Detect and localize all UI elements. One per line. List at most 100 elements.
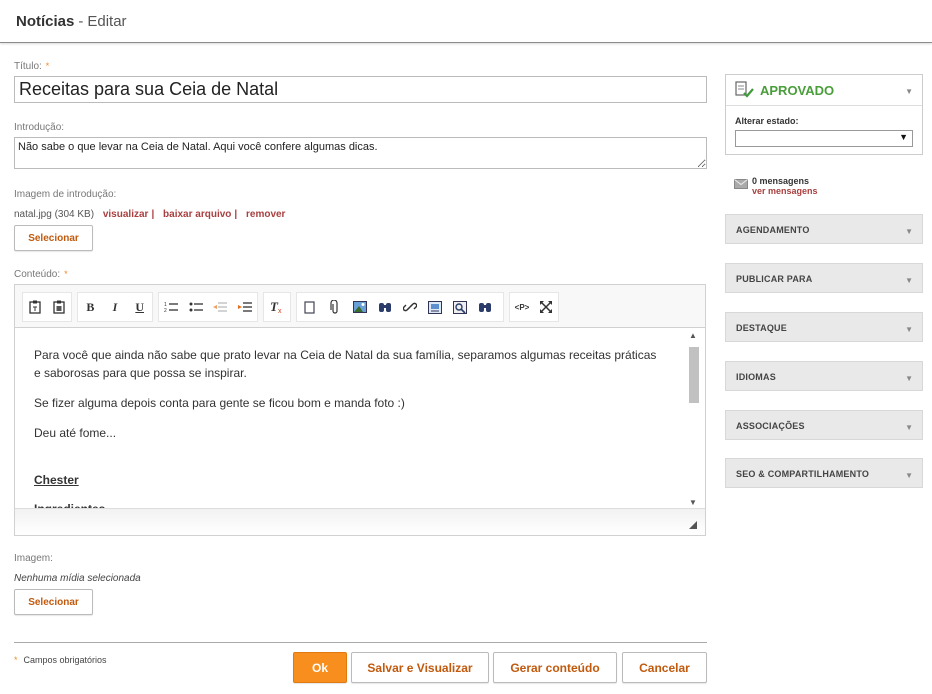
remove-format-icon[interactable]: Tx [264,294,289,320]
status-header[interactable]: APROVADO ▼ [726,75,922,106]
paste-word-icon[interactable] [47,294,71,320]
panel-title: IDIOMAS [736,372,776,382]
panel-title: AGENDAMENTO [736,225,810,235]
view-link[interactable]: visualizar [103,209,149,220]
panel-seo-sharing[interactable]: SEO & COMPARTILHAMENTO ▼ [725,458,923,488]
messages-count: 0 mensagens [752,176,810,186]
find-icon[interactable] [372,294,397,320]
toolbar-group-format: Tx [263,292,291,322]
panel-title: SEO & COMPARTILHAMENTO [736,469,870,479]
preview-icon[interactable] [447,294,472,320]
chevron-down-icon: ▼ [905,325,913,334]
numbered-list-icon[interactable]: 12 [159,294,184,320]
title-label-text: Título: [14,61,42,72]
editor-content[interactable]: Para você que ainda não sabe que prato l… [15,329,685,509]
editor-statusbar [15,508,705,535]
chevron-down-icon[interactable]: ▼ [905,87,913,96]
bold-icon[interactable]: B [78,294,103,320]
no-media-text: Nenhuma mídia selecionada [14,573,141,584]
rich-text-editor: B I U 12 Tx <P> Para você que ainda não … [14,284,706,536]
required-icon: * [14,655,18,665]
chevron-down-icon: ▼ [905,227,913,236]
panel-scheduling[interactable]: AGENDAMENTO ▼ [725,214,923,244]
content-label-text: Conteúdo: [14,269,61,280]
panel-associations[interactable]: ASSOCIAÇÕES ▼ [725,410,923,440]
status-text: APROVADO [760,83,835,98]
title-label: Título: * [14,61,49,72]
chevron-down-icon: ▼ [905,276,913,285]
intro-image-file: natal.jpg (304 KB) visualizar | baixar ar… [14,209,285,220]
page-header: Notícias - Editar [0,0,932,43]
status-panel: APROVADO ▼ Alterar estado: ▼ [725,74,923,155]
intro-label: Introdução: [14,122,65,133]
scroll-down-icon[interactable]: ▼ [689,498,697,507]
panel-languages[interactable]: IDIOMAS ▼ [725,361,923,391]
required-icon: * [64,269,68,279]
editor-scrollbar[interactable]: ▲ ▼ [687,331,701,507]
attachment-icon[interactable] [322,294,347,320]
scroll-thumb[interactable] [689,347,699,403]
underline-icon[interactable]: U [127,294,152,320]
panel-title: ASSOCIAÇÕES [736,421,805,431]
select-intro-image-button[interactable]: Selecionar [14,225,93,251]
chevron-down-icon: ▼ [905,471,913,480]
indent-icon[interactable] [233,294,258,320]
chevron-down-icon: ▼ [905,423,913,432]
ok-button[interactable]: Ok [293,652,347,683]
embed-icon[interactable] [422,294,447,320]
toolbar-group-lists: 12 [158,292,258,322]
recipe-heading: Chester [34,473,79,487]
required-note-text: Campos obrigatórios [23,655,107,665]
bulleted-list-icon[interactable] [184,294,209,320]
generate-content-button[interactable]: Gerar conteúdo [493,652,617,683]
editor-toolbar: B I U 12 Tx <P> [15,285,705,328]
section-name: Notícias [16,13,75,30]
remove-link[interactable]: remover [246,209,285,220]
italic-icon[interactable]: I [103,294,128,320]
find-replace-icon[interactable] [472,294,497,320]
save-and-view-button[interactable]: Salvar e Visualizar [351,652,489,683]
maximize-icon[interactable] [534,294,558,320]
alter-state-label: Alterar estado: [735,116,799,126]
select-image-button[interactable]: Selecionar [14,589,93,615]
envelope-icon [734,176,748,194]
page-title: Notícias - Editar [16,13,127,30]
image-icon[interactable] [347,294,372,320]
view-messages-link[interactable]: ver mensagens [752,186,818,196]
required-note: * Campos obrigatórios [14,655,107,665]
content-label: Conteúdo: * [14,269,68,280]
image-label: Imagem: [14,553,53,564]
panel-title: DESTAQUE [736,323,787,333]
file-name: natal.jpg (304 KB) [14,209,95,220]
paste-text-icon[interactable] [23,294,47,320]
page-subtitle: Editar [87,13,127,30]
intro-textarea[interactable]: Não sabe o que levar na Ceia de Natal. A… [14,137,707,169]
paragraph: Se fizer alguma depois conta para gente … [34,396,405,410]
chevron-down-icon: ▼ [905,374,913,383]
title-input[interactable] [14,76,707,103]
footer-divider [14,642,707,643]
toolbar-group-tools: <P> [509,292,559,322]
source-icon[interactable]: <P> [510,294,534,320]
link-icon[interactable] [397,294,422,320]
link-separator: | [234,209,238,220]
page-icon[interactable] [297,294,322,320]
link-separator: | [151,209,155,220]
svg-text:x: x [278,308,282,314]
resize-grip-icon[interactable] [689,521,697,529]
intro-image-label: Imagem de introdução: [14,189,117,200]
cancel-button[interactable]: Cancelar [622,652,707,683]
panel-publish-to[interactable]: PUBLICAR PARA ▼ [725,263,923,293]
toolbar-group-insert [296,292,504,322]
scroll-up-icon[interactable]: ▲ [689,331,697,340]
paragraph: Para você que ainda não sabe que prato l… [34,348,657,380]
dropdown-arrow-icon: ▼ [899,132,908,142]
download-link[interactable]: baixar arquivo [163,209,231,220]
svg-text:2: 2 [164,308,167,313]
panel-title: PUBLICAR PARA [736,274,813,284]
alter-state-select[interactable]: ▼ [735,130,913,147]
toolbar-group-paste [22,292,72,322]
outdent-icon[interactable] [208,294,233,320]
approved-document-icon [735,81,755,104]
panel-highlight[interactable]: DESTAQUE ▼ [725,312,923,342]
